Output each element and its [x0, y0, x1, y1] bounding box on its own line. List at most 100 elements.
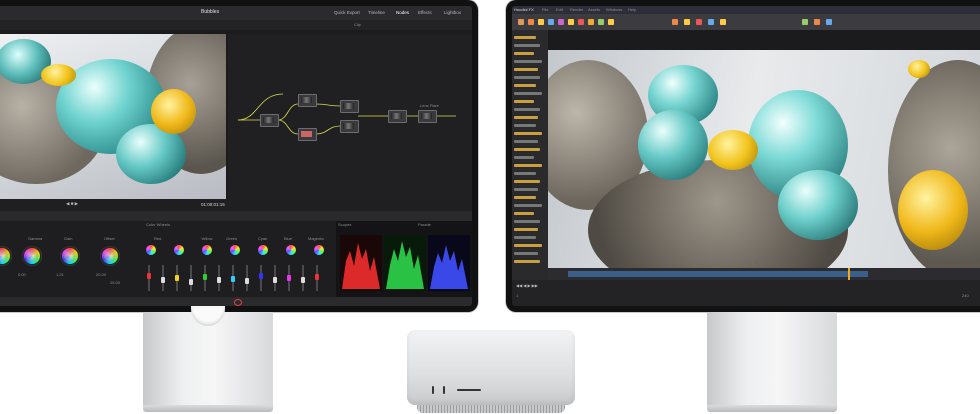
menu-edit[interactable]: Edit: [556, 8, 563, 12]
shelf-tool-icon[interactable]: [558, 19, 564, 25]
gain-wheel[interactable]: [60, 246, 80, 266]
menu-file[interactable]: File: [542, 8, 548, 12]
node-3[interactable]: [298, 128, 317, 141]
tab-timeline[interactable]: Timeline: [368, 10, 385, 16]
shelf-tool-icon[interactable]: [608, 19, 614, 25]
offset-wheel[interactable]: [100, 246, 120, 266]
gamma-wheel[interactable]: [22, 246, 42, 266]
tree-row[interactable]: [514, 68, 538, 71]
playbar-controls[interactable]: ◀◀ ◀ ▶ ▶▶: [516, 284, 538, 288]
shelf-tool-icon[interactable]: [518, 19, 524, 25]
playhead[interactable]: [848, 268, 850, 280]
timeline-track[interactable]: [568, 271, 868, 277]
tree-row[interactable]: [514, 92, 542, 95]
tree-row[interactable]: [514, 84, 536, 87]
tree-row[interactable]: [514, 252, 538, 255]
shelf-tool-icon[interactable]: [538, 19, 544, 25]
tree-row[interactable]: [514, 244, 542, 247]
tree-row[interactable]: [514, 180, 540, 183]
tree-row[interactable]: [514, 236, 536, 239]
tree-row[interactable]: [514, 196, 536, 199]
channel-slider[interactable]: [259, 265, 263, 291]
tab-effects[interactable]: Effects: [418, 10, 432, 16]
shelf-tool-icon[interactable]: [548, 19, 554, 25]
shelf-tool-icon[interactable]: [598, 19, 604, 25]
wheel-value: 20.00: [96, 272, 107, 277]
shelf-tool-icon[interactable]: [720, 19, 726, 25]
channel-slider[interactable]: [287, 265, 291, 291]
timeline-end: 240: [962, 293, 969, 298]
menu-assets[interactable]: Assets: [588, 8, 600, 12]
lift-wheel[interactable]: [0, 246, 12, 266]
node-4[interactable]: [340, 100, 359, 113]
tree-row[interactable]: [514, 204, 542, 207]
play-button[interactable]: ◀ ■ ▶: [66, 201, 78, 207]
tree-row[interactable]: [514, 148, 540, 151]
hue-swatch[interactable]: [286, 245, 296, 255]
tree-row[interactable]: [514, 36, 536, 39]
node-2[interactable]: [298, 94, 317, 107]
menu-windows[interactable]: Windows: [606, 8, 622, 12]
channel-slider[interactable]: [315, 265, 319, 291]
tree-row[interactable]: [514, 140, 538, 143]
channel-slider[interactable]: [147, 265, 151, 291]
channel-slider[interactable]: [161, 265, 165, 291]
channel-slider[interactable]: [301, 265, 305, 291]
color-page-icon[interactable]: [234, 299, 242, 306]
tree-row[interactable]: [514, 260, 540, 263]
shelf-tool-icon[interactable]: [578, 19, 584, 25]
tree-row[interactable]: [514, 124, 536, 127]
node-6[interactable]: [388, 110, 407, 123]
tree-row[interactable]: [514, 44, 540, 47]
menu-help[interactable]: Help: [628, 8, 636, 12]
tree-row[interactable]: [514, 220, 540, 223]
shelf-tool-icon[interactable]: [708, 19, 714, 25]
tree-row[interactable]: [514, 212, 534, 215]
tree-row[interactable]: [514, 164, 542, 167]
node-lens-flare[interactable]: [418, 110, 437, 123]
shelf-tool-icon[interactable]: [826, 19, 832, 25]
tab-quick-export[interactable]: Quick Export: [334, 10, 360, 16]
channel-slider[interactable]: [231, 265, 235, 291]
tree-row[interactable]: [514, 100, 534, 103]
hue-swatch[interactable]: [174, 245, 184, 255]
tree-row[interactable]: [514, 156, 534, 159]
shelf-tool-icon[interactable]: [528, 19, 534, 25]
node-1[interactable]: [260, 114, 279, 127]
shelf-tool-icon[interactable]: [588, 19, 594, 25]
node-5[interactable]: [340, 120, 359, 133]
tab-nodes[interactable]: Nodes: [396, 10, 409, 16]
shelf-tool-icon[interactable]: [696, 19, 702, 25]
channel-slider[interactable]: [189, 265, 193, 291]
tree-row[interactable]: [514, 52, 534, 55]
tree-row[interactable]: [514, 108, 540, 111]
shelf-tool-icon[interactable]: [802, 19, 808, 25]
channel-slider[interactable]: [203, 265, 207, 291]
hue-swatch[interactable]: [258, 245, 268, 255]
hue-swatch[interactable]: [146, 245, 156, 255]
channel-slider[interactable]: [175, 265, 179, 291]
channel-slider[interactable]: [273, 265, 277, 291]
scopes-mode[interactable]: Parade: [418, 223, 431, 227]
tree-row[interactable]: [514, 228, 538, 231]
shelf-tool-icon[interactable]: [684, 19, 690, 25]
hue-swatch[interactable]: [202, 245, 212, 255]
yellow-blob: [898, 170, 968, 250]
channel-slider[interactable]: [217, 265, 221, 291]
tree-row[interactable]: [514, 116, 538, 119]
tree-row[interactable]: [514, 76, 540, 79]
tree-row[interactable]: [514, 60, 542, 63]
tree-row[interactable]: [514, 188, 538, 191]
shelf-tool-icon[interactable]: [814, 19, 820, 25]
hue-swatch[interactable]: [314, 245, 324, 255]
menu-render[interactable]: Render: [570, 8, 583, 12]
yellow-blob: [708, 130, 758, 170]
shelf-tool-icon[interactable]: [672, 19, 678, 25]
tree-row[interactable]: [514, 172, 536, 175]
tab-lightbox[interactable]: Lightbox: [444, 10, 461, 16]
channel-slider[interactable]: [245, 265, 249, 291]
right-display: Houdini FX File Edit Render Assets Windo…: [506, 0, 980, 312]
shelf-tool-icon[interactable]: [568, 19, 574, 25]
tree-row[interactable]: [514, 132, 542, 135]
hue-swatch[interactable]: [230, 245, 240, 255]
